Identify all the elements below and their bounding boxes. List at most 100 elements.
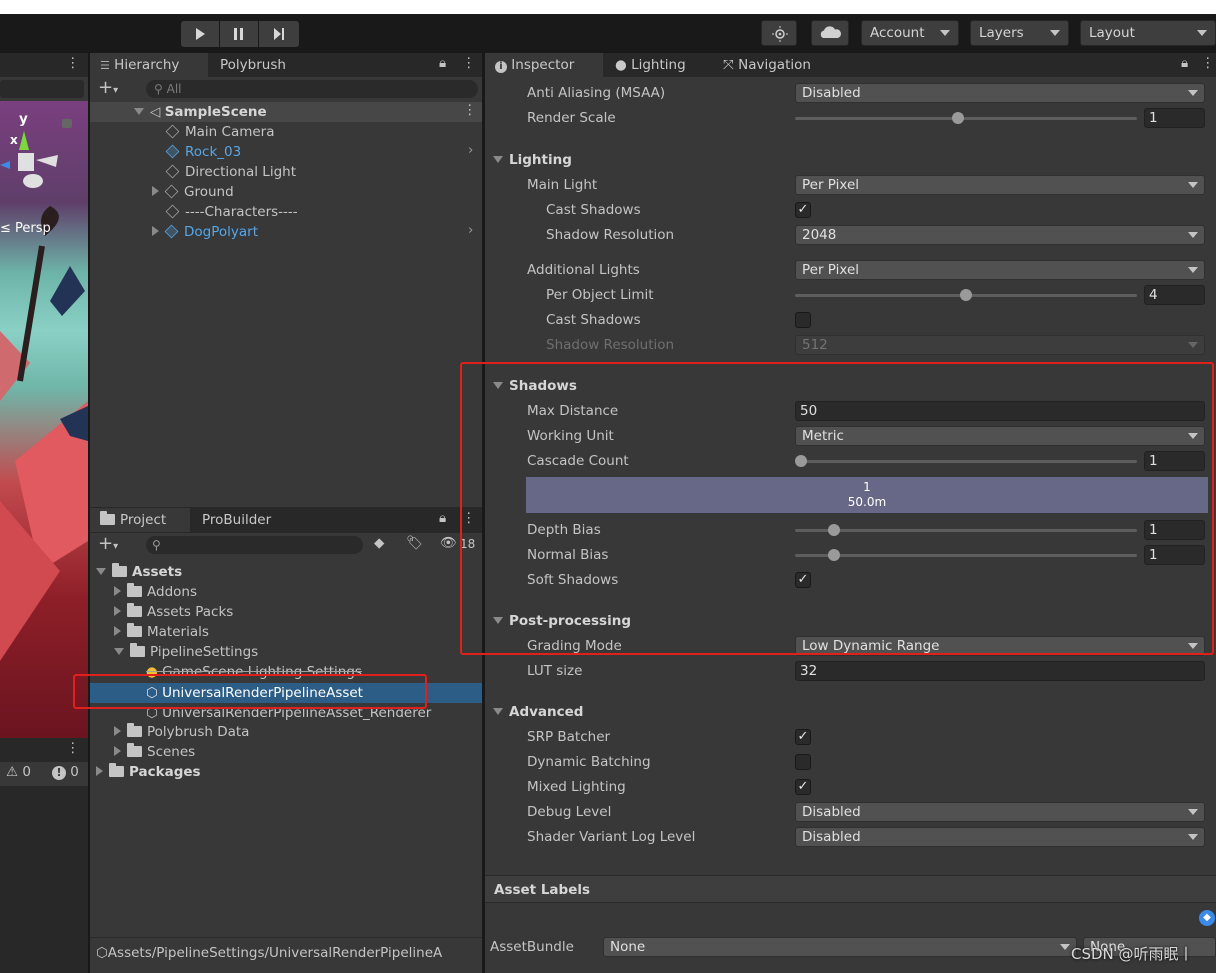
scene-toolbar [0,77,88,101]
additional-lights-dropdown[interactable]: Per Pixel [795,260,1205,280]
debug-level-dropdown[interactable]: Disabled [795,802,1205,822]
expand-arrow-icon [114,648,124,655]
add-button[interactable]: +▾ [98,533,118,554]
hidden-packages-icon[interactable]: 👁︎ [440,535,457,551]
expand-arrow-icon [96,568,106,575]
tab-lighting[interactable]: ● Lighting [605,53,696,77]
list-item[interactable]: Assets [96,562,182,582]
layers-dropdown[interactable]: Layers [970,20,1069,46]
cloud-button[interactable] [811,20,849,46]
hierarchy-scrollbar[interactable] [90,122,130,507]
lighting-section-header[interactable]: Lighting [493,150,572,170]
list-item[interactable]: ----Characters---- [165,202,298,222]
expand-arrow-icon [134,108,144,115]
hierarchy-scene-row[interactable]: ◁ SampleScene ⋮ [90,102,482,122]
project-path-bar: ⬡Assets/PipelineSettings/UniversalRender… [90,937,482,973]
kebab-menu-icon[interactable]: ⋮ [462,55,476,71]
tab-probuilder[interactable]: ProBuilder [192,508,281,532]
account-dropdown[interactable]: Account [861,20,959,46]
anti-aliasing-dropdown[interactable]: Disabled [795,83,1205,103]
folder-icon [130,643,145,657]
main-light-dropdown[interactable]: Per Pixel [795,175,1205,195]
tab-inspector[interactable]: i Inspector [485,53,603,77]
list-item[interactable]: Ground [152,182,234,202]
persp-label[interactable]: ≤ Persp [0,221,51,236]
render-scale-slider[interactable] [795,117,1137,120]
cast-shadows-checkbox[interactable]: ✓ [795,202,811,218]
render-scale-slider-handle[interactable] [952,112,964,124]
pause-button[interactable] [220,21,258,47]
kebab-menu-icon[interactable]: ⋮ [1201,55,1215,71]
account-label: Account [870,25,925,41]
project-search-input[interactable]: ⚲ [146,536,363,554]
scene-search-field[interactable] [0,80,84,98]
shader-log-label: Shader Variant Log Level [527,829,696,845]
step-button[interactable] [259,21,299,47]
tab-hierarchy[interactable]: ☰ Hierarchy [90,53,208,77]
list-item[interactable]: PipelineSettings [114,642,258,662]
srp-batcher-checkbox[interactable]: ✓ [795,729,811,745]
per-object-limit-slider-handle[interactable] [960,289,972,301]
lock-icon[interactable]: 🔒︎ [439,510,446,526]
folder-icon [109,763,124,777]
add-button[interactable]: +▾ [98,77,118,98]
list-item[interactable]: Polybrush Data [114,722,249,742]
services-button[interactable] [761,20,797,46]
add-cast-shadows-checkbox[interactable] [795,312,811,328]
expand-arrow-icon [114,626,121,636]
list-item[interactable]: Packages [96,762,201,782]
list-item[interactable]: Assets Packs [114,602,233,622]
render-scale-field[interactable]: 1 [1144,108,1205,128]
layout-dropdown[interactable]: Layout [1080,20,1216,46]
advanced-section-header[interactable]: Advanced [493,702,583,722]
per-object-limit-field[interactable]: 4 [1144,285,1205,305]
pause-icon [234,28,243,40]
kebab-menu-icon[interactable]: ⋮ [463,102,477,118]
kebab-menu-icon[interactable]: ⋮ [66,55,80,71]
hierarchy-toolbar: +▾ ⚲ All [90,77,482,101]
shader-log-dropdown[interactable]: Disabled [795,827,1205,847]
scene-gizmo-icon[interactable] [0,125,70,195]
dynamic-batching-label: Dynamic Batching [527,754,651,770]
lock-icon[interactable] [62,119,72,128]
play-button[interactable] [181,21,219,47]
chevron-down-icon [1050,30,1060,36]
error-count[interactable]: ! 0 [52,764,79,780]
chevron-down-icon [1188,342,1198,348]
mixed-lighting-checkbox[interactable]: ✓ [795,779,811,795]
chevron-right-icon[interactable]: › [468,142,473,158]
kebab-menu-icon[interactable]: ⋮ [66,740,80,756]
list-item[interactable]: Scenes [114,742,195,762]
shadow-resolution-dropdown[interactable]: 2048 [795,225,1205,245]
filter-by-type-icon[interactable]: ◆ [374,535,384,551]
scene-viewport[interactable]: y x ≤ Persp [0,101,88,738]
prefab-icon [164,224,179,239]
expand-arrow-icon [152,186,159,196]
warning-count[interactable]: ⚠ 0 [6,764,31,780]
lock-icon[interactable]: 🔒︎ [439,55,446,71]
tab-navigation[interactable]: ⤧ Navigation [713,53,821,77]
list-item[interactable]: DogPolyart [152,222,258,242]
chevron-right-icon[interactable]: › [468,222,473,238]
list-item[interactable]: Main Camera [165,122,275,142]
label-tag-icon[interactable]: ◆ [1199,910,1215,926]
list-item[interactable]: Addons [114,582,197,602]
asset-bundle-dropdown[interactable]: None [603,937,1077,957]
watermark: CSDN @听雨眠丨 [1071,945,1194,963]
tab-project[interactable]: Project [90,508,190,532]
hierarchy-search-input[interactable]: ⚲ All [146,80,478,98]
tab-polybrush[interactable]: Polybrush [210,53,296,77]
filter-by-label-icon[interactable]: 🏷︎ [406,535,423,551]
expand-arrow-icon [114,726,121,736]
chevron-down-icon [1197,30,1207,36]
mixed-lighting-label: Mixed Lighting [527,779,626,795]
chevron-down-icon [1188,834,1198,840]
list-item[interactable]: Rock_03 [165,142,241,162]
list-item[interactable]: Directional Light [165,162,296,182]
folder-icon [127,743,142,757]
inspector-tab-bar: i Inspector ● Lighting ⤧ Navigation 🔒︎ ⋮ [485,53,1216,77]
lock-icon[interactable]: 🔒︎ [1181,55,1188,71]
list-item[interactable]: Materials [114,622,209,642]
dynamic-batching-checkbox[interactable] [795,754,811,770]
lut-size-field[interactable]: 32 [795,661,1205,681]
